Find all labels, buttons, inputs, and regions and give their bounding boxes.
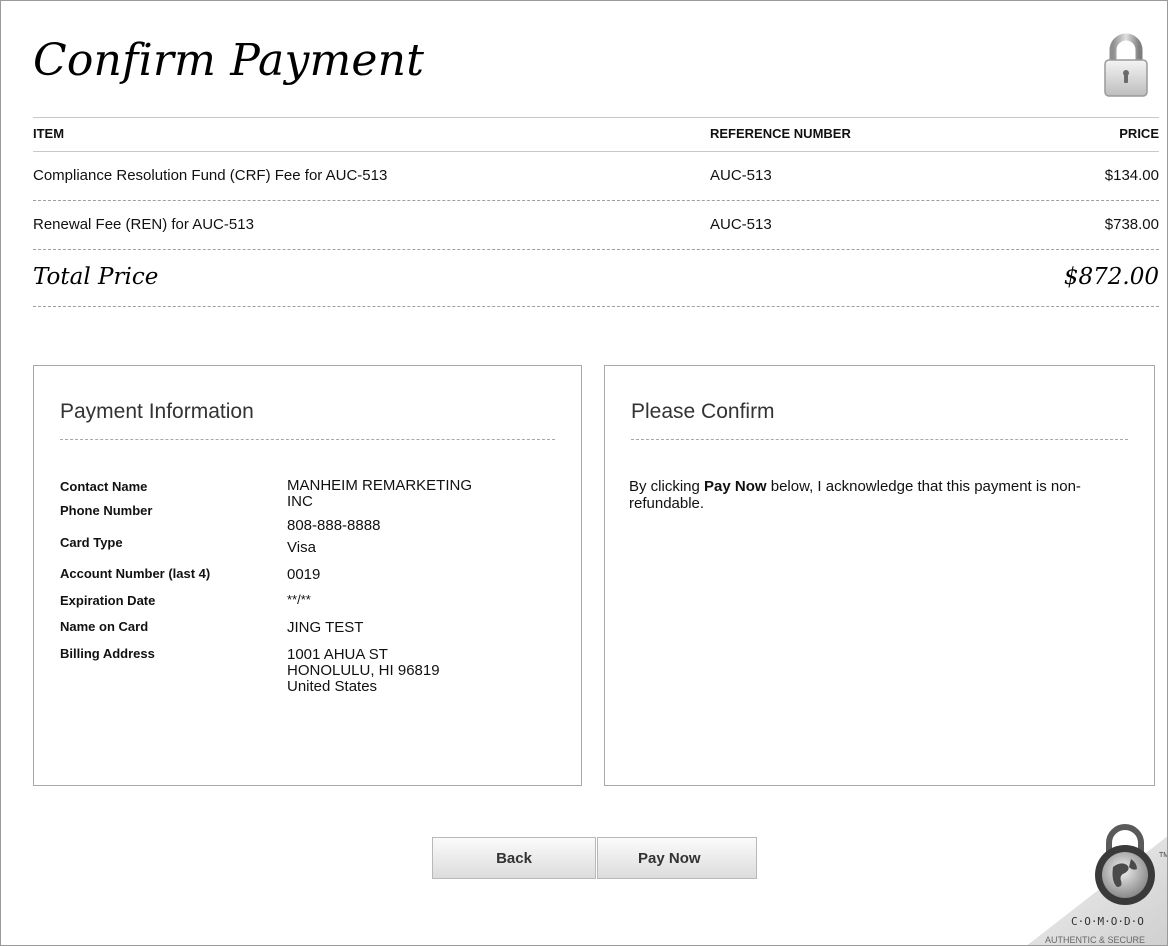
payment-details: Contact Name MANHEIM REMARKETING INC Pho… [60,478,560,695]
lock-icon [1104,33,1148,97]
column-item: ITEM [33,126,65,141]
please-confirm-panel: Please Confirm By clicking Pay Now below… [604,365,1155,786]
table-row: Compliance Resolution Fund (CRF) Fee for… [33,152,1159,201]
billing-address-value: 1001 AHUA ST HONOLULU, HI 96819 United S… [287,647,547,695]
billing-address-line: 1001 AHUA ST [287,646,388,663]
billing-address-label: Billing Address [60,646,155,661]
expiration-date-label: Expiration Date [60,593,156,608]
seal-tagline: AUTHENTIC & SECURE [1045,935,1145,945]
expiration-date-row: Expiration Date **/** [60,592,560,609]
seal-brand: C·O·M·O·D·O [1071,915,1144,928]
payment-information-title: Payment Information [60,400,555,440]
contact-name-line: MANHEIM REMARKETING [287,477,473,494]
account-number-label: Account Number (last 4) [60,566,211,581]
account-number-text: 0019 [287,566,321,583]
item-name: Renewal Fee (REN) for AUC-513 [33,216,254,233]
please-confirm-title: Please Confirm [631,400,1128,440]
card-type-value: Visa [287,540,547,556]
seal-trademark: TM [1159,852,1168,859]
billing-address-line: HONOLULU, HI 96819 [287,662,440,679]
payment-information-panel: Payment Information Contact Name MANHEIM… [33,365,582,786]
phone-number-value: 808-888-8888 [287,518,547,534]
item-name: Compliance Resolution Fund (CRF) Fee for… [33,167,388,184]
comodo-seal-icon[interactable]: TM C·O·M·O·D·O AUTHENTIC & SECURE [1023,807,1168,946]
name-on-card-label: Name on Card [60,619,149,634]
total-price-label: Total Price [33,264,159,290]
confirm-text-pay-now: Pay Now [704,478,767,495]
column-price: PRICE [1119,126,1159,141]
expiration-date-text: **/** [287,592,311,607]
contact-name-label: Contact Name [60,479,148,494]
item-price: $134.00 [1104,167,1159,184]
contact-name-value: MANHEIM REMARKETING INC [287,478,547,510]
reference-number: AUC-513 [710,167,772,184]
pay-now-button[interactable]: Pay Now [597,837,757,879]
table-row: Renewal Fee (REN) for AUC-513 AUC-513 $7… [33,201,1159,250]
account-number-row: Account Number (last 4) 0019 [60,565,560,583]
card-type-row: Card Type Visa [60,534,560,556]
total-row: Total Price $872.00 [33,250,1159,307]
page-title: Confirm Payment [33,35,425,86]
billing-address-line: United States [287,678,378,695]
reference-number: AUC-513 [710,216,772,233]
column-reference-number: REFERENCE NUMBER [710,126,851,141]
phone-number-text: 808-888-8888 [287,517,381,534]
phone-number-label: Phone Number [60,503,153,518]
account-number-value: 0019 [287,567,547,583]
table-header: ITEM REFERENCE NUMBER PRICE [33,117,1159,152]
name-on-card-text: JING TEST [287,619,364,636]
confirm-notice: By clicking Pay Now below, I acknowledge… [629,478,1099,512]
back-button[interactable]: Back [432,837,596,879]
total-price-value: $872.00 [1063,264,1159,290]
card-type-label: Card Type [60,535,123,550]
name-on-card-value: JING TEST [287,620,547,636]
contact-name-line: INC [287,493,313,510]
billing-address-row: Billing Address 1001 AHUA ST HONOLULU, H… [60,645,560,695]
confirm-payment-page: Confirm Payment ITEM REFERENCE NUMBER PR… [0,0,1168,946]
name-on-card-row: Name on Card JING TEST [60,618,560,636]
card-type-text: Visa [287,539,316,556]
item-price: $738.00 [1104,216,1159,233]
expiration-date-value: **/** [287,592,547,608]
confirm-text-before: By clicking [629,478,705,495]
items-table: ITEM REFERENCE NUMBER PRICE Compliance R… [33,117,1159,307]
